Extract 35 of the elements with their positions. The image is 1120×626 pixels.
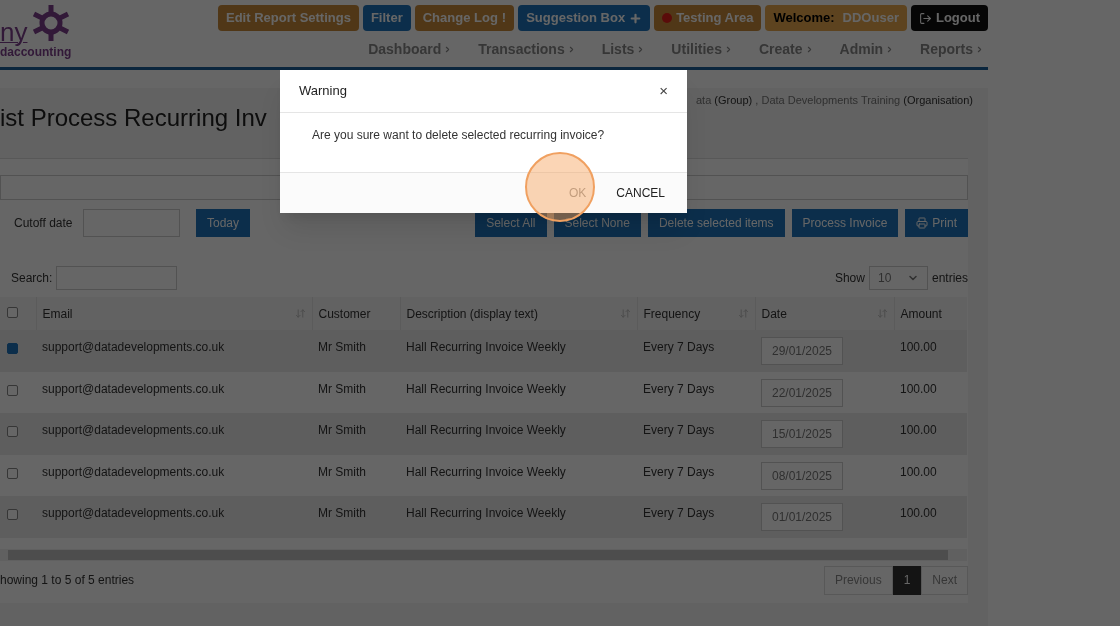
table-cell: 100.00 (894, 454, 967, 497)
table-cell: Mr Smith (312, 496, 400, 538)
entries-info: howing 1 to 5 of 5 entries (0, 572, 135, 590)
search-label: Search: (11, 270, 53, 287)
show-label: Show (834, 270, 865, 287)
table-cell: Every 7 Days (637, 413, 755, 455)
table-cell: Mr Smith (312, 371, 400, 414)
table-cell: Every 7 Days (637, 454, 755, 497)
dialog-message: Are you sure want to delete selected recurring invoice? (311, 127, 606, 144)
table-cell: support@datadevelopments.co.uk (36, 454, 312, 497)
table-cell: 100.00 (894, 330, 967, 372)
table-cell: support@datadevelopments.co.uk (36, 371, 312, 414)
table-cell: Hall Recurring Invoice Weekly (400, 496, 637, 538)
table-cell: Hall Recurring Invoice Weekly (400, 454, 637, 497)
table-cell: support@datadevelopments.co.uk (36, 413, 312, 455)
table-cell: 100.00 (894, 496, 967, 538)
table-cell: Every 7 Days (637, 330, 755, 372)
table-cell: 100.00 (894, 413, 967, 455)
page-title: ist Process Recurring Inv (0, 103, 267, 133)
table-cell: Hall Recurring Invoice Weekly (400, 413, 637, 455)
entries-label: entries (931, 270, 968, 287)
table-cell: support@datadevelopments.co.uk (36, 496, 312, 538)
dialog-title: Warning (299, 82, 347, 101)
table-cell: 100.00 (894, 371, 967, 414)
logo-subtext: daccounting (0, 45, 72, 60)
table-cell: Mr Smith (312, 454, 400, 497)
table-cell: support@datadevelopments.co.uk (36, 330, 312, 372)
table-cell: Every 7 Days (637, 496, 755, 538)
cutoff-date-label: Cutoff date (14, 215, 74, 232)
table-cell: Every 7 Days (637, 371, 755, 414)
table-cell: Mr Smith (312, 330, 400, 372)
table-cell: Mr Smith (312, 413, 400, 455)
table-cell: Hall Recurring Invoice Weekly (400, 330, 637, 372)
logo-text: ny (0, 19, 28, 45)
table-cell: Hall Recurring Invoice Weekly (400, 371, 637, 414)
